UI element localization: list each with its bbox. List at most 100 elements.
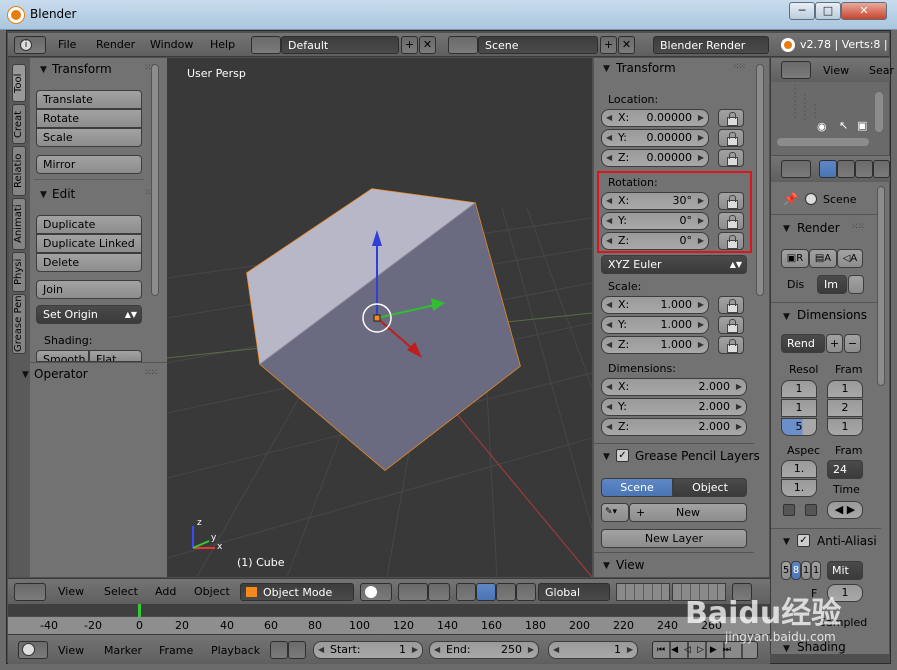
tab-relations[interactable]: Relatio: [12, 146, 26, 196]
resolution-y-field[interactable]: 1: [781, 399, 817, 417]
minimize-button[interactable]: ─: [789, 2, 815, 20]
remove-screen-button[interactable]: ✕: [419, 36, 436, 54]
display-mode-select[interactable]: Im: [817, 275, 847, 294]
lock-time-icon[interactable]: [288, 641, 306, 659]
operator-section-title[interactable]: Operator: [34, 367, 88, 381]
aa-samples-8[interactable]: 8: [791, 561, 801, 580]
view3d-menu-select[interactable]: Select: [104, 585, 138, 598]
drag-handle-icon[interactable]: ⁙⁙: [851, 222, 865, 232]
flat-button[interactable]: Flat: [89, 350, 142, 362]
dimension-y-field[interactable]: ◀ Y: 2.000 ▶: [601, 398, 747, 416]
collapse-triangle-icon[interactable]: ▼: [783, 224, 790, 234]
view3d-menu-view[interactable]: View: [58, 585, 84, 598]
view-panel-title[interactable]: View: [616, 558, 644, 572]
remove-preset-button[interactable]: −: [844, 334, 861, 353]
3d-viewport[interactable]: User Persp z x y (1) Cube: [167, 58, 592, 577]
frame-start-field[interactable]: 1: [827, 380, 863, 398]
aa-samples-5[interactable]: 5: [781, 561, 791, 580]
select-cursor-icon[interactable]: ↖: [839, 119, 848, 132]
add-screen-button[interactable]: +: [401, 36, 418, 54]
lock-icon[interactable]: [718, 129, 744, 147]
current-frame-field[interactable]: ◀ 1 ▶: [548, 641, 638, 659]
transform-manipulator-icon[interactable]: [456, 583, 476, 601]
render-image-button[interactable]: ▣R: [781, 249, 809, 268]
drag-handle-icon[interactable]: ⁙⁙: [732, 62, 746, 72]
translate-manipulator-icon[interactable]: [476, 583, 496, 601]
render-engine-select[interactable]: Blender Render: [653, 36, 769, 54]
lock-icon[interactable]: [718, 336, 744, 354]
time-remap-field[interactable]: ◀ ▶: [827, 501, 863, 519]
tab-physics[interactable]: Physi: [12, 252, 26, 292]
grease-pencil-layers-title[interactable]: Grease Pencil Layers: [635, 449, 760, 463]
menu-file[interactable]: File: [58, 38, 76, 51]
outliner-view-menu[interactable]: View: [823, 64, 849, 77]
screen-layout-icon[interactable]: [251, 36, 281, 54]
scene-context-icon[interactable]: [855, 160, 873, 178]
layer-buttons[interactable]: [616, 583, 670, 601]
visibility-eye-icon[interactable]: ◉: [817, 120, 827, 133]
tab-create[interactable]: Creat: [12, 104, 26, 144]
outliner-search-field[interactable]: Sear: [869, 64, 894, 77]
start-frame-field[interactable]: ◀ Start: 1 ▶: [313, 641, 423, 659]
render-camera-icon[interactable]: ▣: [857, 119, 867, 132]
menu-help[interactable]: Help: [210, 38, 235, 51]
timeline-menu-marker[interactable]: Marker: [104, 644, 142, 657]
add-scene-button[interactable]: +: [600, 36, 617, 54]
view3d-menu-add[interactable]: Add: [155, 585, 176, 598]
aa-filter-select[interactable]: Mit: [827, 561, 863, 580]
collapse-triangle-icon[interactable]: ▼: [40, 190, 47, 200]
set-origin-dropdown[interactable]: Set Origin ▲▼: [36, 305, 142, 324]
render-layers-icon[interactable]: [837, 160, 855, 178]
view3d-menu-object[interactable]: Object: [194, 585, 230, 598]
rotation-mode-select[interactable]: XYZ Euler ▲▼: [601, 255, 747, 274]
rotate-button[interactable]: Rotate: [36, 109, 142, 128]
scene-icon[interactable]: [448, 36, 478, 54]
scene-field[interactable]: Scene: [478, 36, 598, 54]
frame-rate-select[interactable]: 24: [827, 460, 863, 479]
screen-layout-field[interactable]: Default: [281, 36, 399, 54]
aa-samples-16[interactable]: 1: [811, 561, 821, 580]
pin-icon[interactable]: 📌: [783, 192, 798, 206]
lock-interface-icon[interactable]: [848, 275, 864, 294]
manipulator-toggle-icon[interactable]: [428, 583, 450, 601]
render-animation-button[interactable]: ▤A: [809, 249, 837, 268]
collapse-triangle-icon[interactable]: ▼: [22, 370, 29, 380]
collapse-triangle-icon[interactable]: ▼: [40, 65, 47, 75]
lock-icon[interactable]: [718, 109, 744, 127]
render-section-title[interactable]: Render: [797, 221, 840, 235]
lock-icon[interactable]: [718, 316, 744, 334]
outliner-v-scrollbar[interactable]: [875, 92, 883, 132]
timeline-area[interactable]: -40 -20 0 20 40 60 80 100 120 140 160 18…: [8, 604, 770, 634]
collapse-triangle-icon[interactable]: ▼: [783, 537, 790, 547]
world-context-icon[interactable]: [873, 160, 890, 178]
pivot-point-select[interactable]: [398, 583, 428, 601]
collapse-triangle-icon[interactable]: ▼: [603, 64, 610, 74]
tab-tool[interactable]: Tool: [12, 64, 26, 102]
location-y-field[interactable]: ◀ Y: 0.00000 ▶: [601, 129, 709, 147]
scale-z-field[interactable]: ◀ Z: 1.000 ▶: [601, 336, 709, 354]
transform-section-title[interactable]: Transform: [52, 62, 112, 76]
frame-step-field[interactable]: 1: [827, 418, 863, 436]
render-audio-button[interactable]: ◁A: [837, 249, 863, 268]
pencil-icon[interactable]: ✎▾: [601, 503, 629, 522]
rotate-manipulator-icon[interactable]: [496, 583, 516, 601]
tab-animation[interactable]: Animati: [12, 198, 26, 250]
properties-editor-type-icon[interactable]: [781, 160, 811, 178]
lock-icon[interactable]: [718, 296, 744, 314]
outliner-h-scrollbar[interactable]: [777, 138, 869, 146]
grease-pencil-checkbox[interactable]: ✓: [616, 449, 629, 462]
render-preset-select[interactable]: Rend: [781, 334, 825, 353]
interaction-mode-select[interactable]: Object Mode: [240, 583, 354, 601]
translate-button[interactable]: Translate: [36, 90, 142, 109]
maximize-button[interactable]: □: [815, 2, 841, 20]
dimension-x-field[interactable]: ◀ X: 2.000 ▶: [601, 378, 747, 396]
gp-new-layer-button[interactable]: New Layer: [601, 529, 747, 548]
delete-button[interactable]: Delete: [36, 253, 142, 272]
duplicate-button[interactable]: Duplicate: [36, 215, 142, 234]
timeline-editor-type-icon[interactable]: [18, 641, 48, 659]
dimensions-section-title[interactable]: Dimensions: [797, 308, 867, 322]
render-context-camera-icon[interactable]: [819, 160, 837, 178]
gp-new-button[interactable]: + New: [629, 503, 747, 522]
menu-window[interactable]: Window: [150, 38, 193, 51]
dimension-z-field[interactable]: ◀ Z: 2.000 ▶: [601, 418, 747, 436]
